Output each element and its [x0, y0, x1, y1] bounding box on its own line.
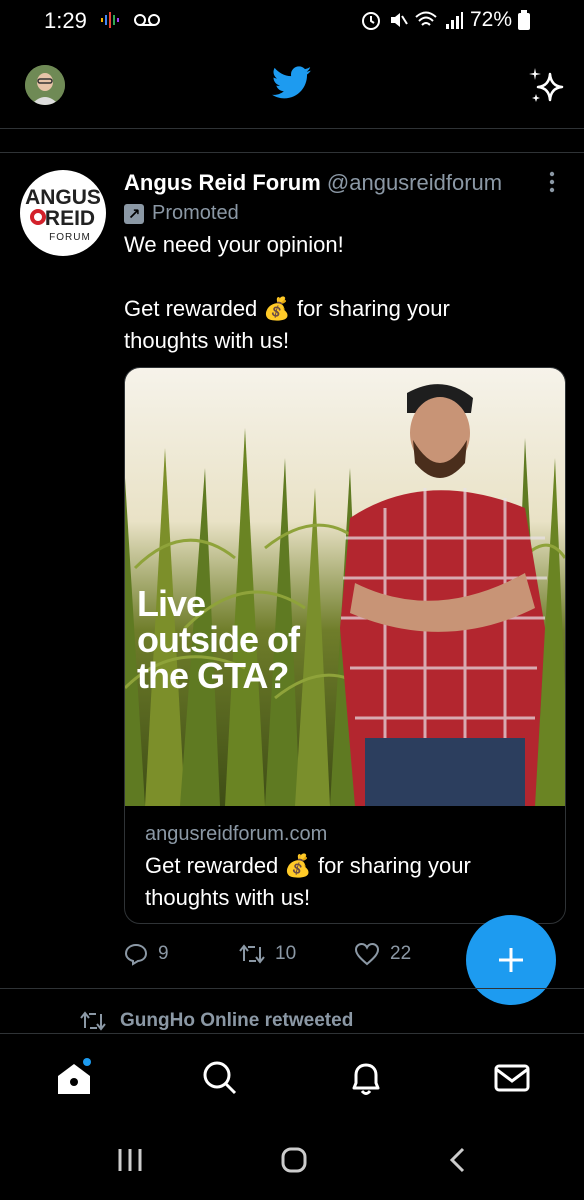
tweet-text-line3: thoughts with us! [124, 328, 290, 353]
card-title-rewarded: Get rewarded [145, 853, 279, 878]
card-image[interactable]: Live outside of the GTA? [125, 368, 565, 806]
tweet-text-sharing: for sharing your [296, 296, 450, 321]
notifications-bell-icon[interactable] [344, 1056, 388, 1100]
messages-envelope-icon[interactable] [490, 1056, 534, 1100]
retweet-button[interactable]: 10 [239, 943, 354, 965]
angus-reid-logo[interactable]: ANGUS REID FORUM [20, 170, 106, 256]
card-title-sharing: for sharing your [317, 853, 471, 878]
promoted-text: Promoted [152, 202, 239, 224]
signal-icon [445, 12, 463, 29]
card-title-thoughts: thoughts with us! [145, 885, 311, 910]
retweet-context-text: GungHo Online retweeted [120, 1010, 354, 1031]
podcast-icon [101, 12, 119, 28]
promo-card[interactable]: Live outside of the GTA? angusreidforum.… [124, 367, 566, 924]
card-overlay-text: Live outside of the GTA? [137, 583, 300, 696]
heart-icon [354, 942, 380, 966]
profile-avatar-button[interactable] [25, 65, 65, 105]
home-icon[interactable] [52, 1056, 96, 1100]
system-nav-bar [0, 1119, 584, 1200]
card-money-bag-emoji: 💰 [284, 853, 312, 878]
reply-button[interactable]: 9 [124, 942, 239, 966]
status-notification-icons [100, 10, 160, 30]
tweet-actions: 9 10 22 [124, 942, 411, 966]
money-bag-emoji: 💰 [263, 296, 291, 321]
bottom-nav [0, 1033, 584, 1120]
card-domain[interactable]: angusreidforum.com [145, 823, 327, 846]
retweet-count: 10 [275, 943, 297, 964]
sparkle-icon[interactable] [526, 66, 566, 106]
like-button[interactable]: 22 [354, 942, 411, 966]
wifi-icon [415, 11, 437, 26]
card-title[interactable]: Get rewarded 💰 for sharing your thoughts… [145, 850, 545, 914]
logo-line1: ANGUS [25, 186, 101, 209]
retweet-small-icon [80, 1011, 106, 1031]
voicemail-icon [134, 14, 160, 26]
more-options-icon[interactable] [542, 168, 562, 198]
user-avatar-icon [25, 65, 65, 105]
tweet-divider-bottom [0, 988, 584, 989]
overlay-line3: the GTA? [137, 655, 289, 696]
battery-percent: 72% [469, 8, 512, 31]
overlay-line1: Live [137, 583, 206, 624]
author-name[interactable]: Angus Reid Forum [124, 170, 321, 195]
tweet-text-rewarded: Get rewarded [124, 296, 258, 321]
tweet-author-line[interactable]: Angus Reid Forum @angusreidforum [124, 170, 502, 196]
retweet-context[interactable]: GungHo Online retweeted [80, 1010, 353, 1032]
compose-tweet-button[interactable] [466, 915, 556, 1005]
logo-line3: FORUM [49, 232, 91, 243]
mute-icon [390, 13, 408, 27]
promoted-label: ↗ Promoted [124, 202, 239, 225]
search-icon[interactable] [198, 1056, 242, 1100]
overlay-line2: outside of [137, 619, 300, 660]
status-right: 72% [360, 8, 530, 32]
twitter-bird-icon[interactable] [271, 66, 312, 100]
like-count: 22 [390, 943, 412, 964]
header-divider [0, 128, 584, 129]
reply-icon [124, 943, 148, 966]
status-time: 1:29 [44, 8, 87, 33]
recent-apps-icon[interactable] [116, 1147, 144, 1173]
back-icon[interactable] [448, 1147, 468, 1173]
logo-line2: REID [45, 207, 95, 230]
promoted-arrow-icon: ↗ [124, 203, 144, 224]
reply-count: 9 [158, 943, 169, 964]
battery-icon [518, 10, 530, 30]
retweet-icon [239, 944, 265, 964]
tweet-divider-top [0, 152, 584, 153]
plus-icon [499, 948, 523, 972]
author-handle[interactable]: @angusreidforum [327, 170, 502, 195]
tweet-text-line1: We need your opinion! [124, 232, 344, 257]
home-system-icon[interactable] [280, 1146, 308, 1174]
alarm-icon [361, 12, 380, 30]
tweet-text-line2: Get rewarded 💰 for sharing your [124, 293, 554, 325]
